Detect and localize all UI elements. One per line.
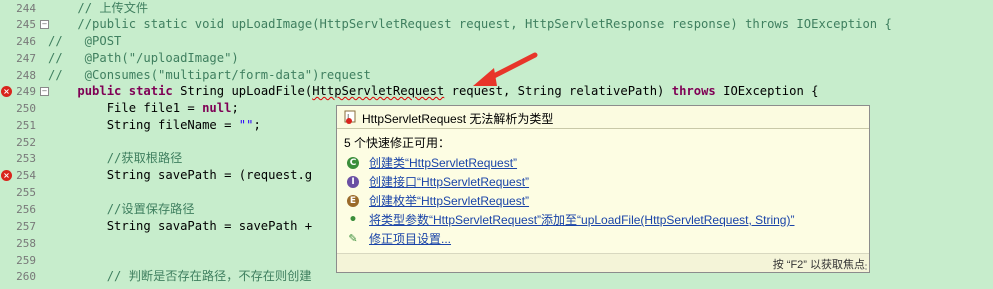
- quick-fix-label[interactable]: 创建接口“HttpServletRequest”: [369, 174, 529, 191]
- class-error-icon: J: [344, 110, 356, 124]
- resize-grip-icon[interactable]: [860, 263, 868, 271]
- quick-fix-label[interactable]: 将类型参数“HttpServletRequest”添加至“upLoadFile(…: [369, 212, 794, 229]
- interface-icon: I: [347, 176, 359, 188]
- type-parameter-icon: •: [348, 212, 358, 228]
- quick-fix-label[interactable]: 创建枚举“HttpServletRequest”: [369, 193, 529, 210]
- quick-fix-label[interactable]: 创建类“HttpServletRequest”: [369, 155, 517, 172]
- quick-fix-label[interactable]: 修正项目设置...: [369, 231, 451, 248]
- popup-header: J HttpServletRequest 无法解析为类型: [337, 106, 869, 129]
- class-icon: C: [347, 157, 359, 169]
- fix-count-label: 5 个快速修正可用：: [344, 136, 451, 150]
- focus-hint: 按 “F2” 以获取焦点: [772, 259, 865, 271]
- popup-title: HttpServletRequest 无法解析为类型: [362, 112, 554, 126]
- enum-icon: E: [347, 195, 359, 207]
- popup-footer: 按 “F2” 以获取焦点: [337, 253, 869, 272]
- project-settings-icon: ✎: [348, 232, 358, 245]
- quick-fix-popup[interactable]: J HttpServletRequest 无法解析为类型 5 个快速修正可用： …: [336, 105, 870, 273]
